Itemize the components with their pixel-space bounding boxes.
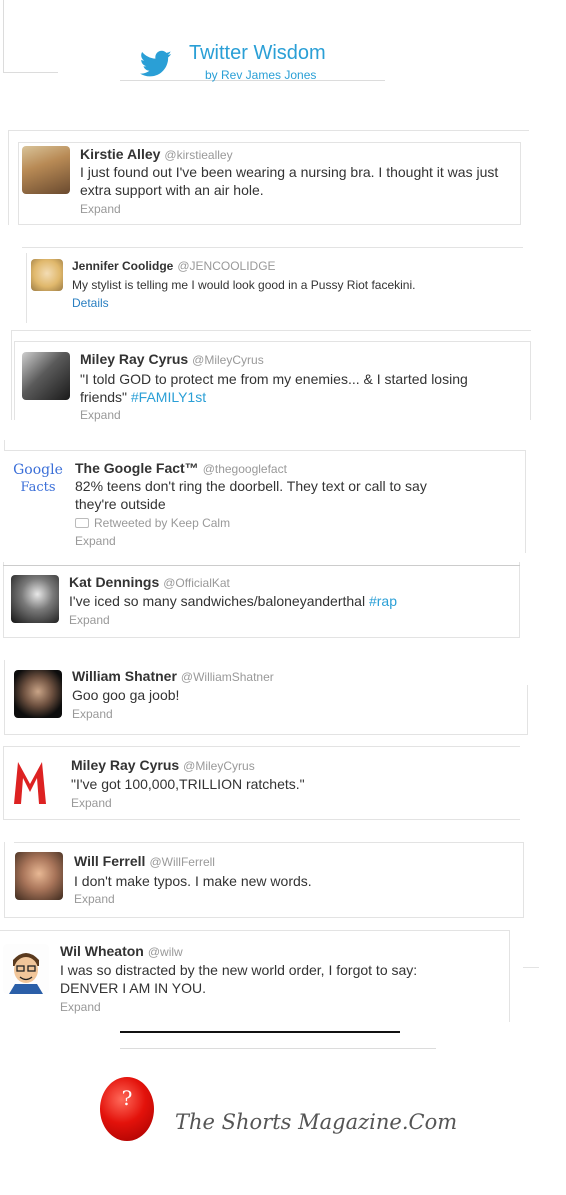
tweet-text: I was so distracted by the new world ord… [60, 962, 418, 996]
tweet-inner-frame [523, 967, 539, 968]
tweet-author[interactable]: Jennifer Coolidge @JENCOOLIDGE [72, 259, 276, 273]
avatar-label: Google [13, 462, 63, 478]
page-subtitle: by Rev James Jones [205, 68, 317, 82]
avatar [14, 670, 62, 718]
avatar [22, 352, 70, 400]
tweet-handle: @wilw [147, 945, 183, 959]
expand-link[interactable]: Expand [80, 408, 121, 422]
tweet-inner-frame [14, 842, 524, 843]
avatar [31, 259, 63, 291]
tweet-text: I don't make typos. I make new words. [74, 873, 312, 889]
tweet-text: Goo goo ga joob! [72, 687, 180, 703]
tweet-handle: @WillFerrell [149, 855, 215, 869]
tweet-author[interactable]: Wil Wheaton @wilw [60, 943, 183, 959]
avatar [11, 575, 59, 623]
frame-line [120, 1048, 436, 1049]
tweet-handle: @kirstiealley [164, 148, 233, 162]
expand-link[interactable]: Expand [74, 892, 115, 906]
cartoon-avatar [3, 944, 49, 994]
tweet-author[interactable]: Kirstie Alley @kirstiealley [80, 146, 233, 162]
tweet-text: "I've got 100,000,TRILLION ratchets." [71, 776, 305, 792]
tweet-author[interactable]: Kat Dennings @OfficialKat [69, 574, 230, 590]
google-facts-avatar: Google Facts [12, 462, 64, 506]
tweet-inner-frame [3, 565, 520, 566]
expand-link[interactable]: Expand [75, 534, 116, 548]
tweet-handle: @WilliamShatner [180, 670, 274, 684]
tweet-handle: @MileyCyrus [192, 353, 264, 367]
avatar [22, 146, 70, 194]
avatar-label: Facts [20, 480, 56, 495]
tweet-author[interactable]: Miley Ray Cyrus @MileyCyrus [80, 351, 264, 367]
retweet-label: Retweeted by Keep Calm [94, 516, 231, 530]
tweet-text: My stylist is telling me I would look go… [72, 278, 416, 292]
tweet-text: 82% teens don't ring the doorbell. They … [75, 478, 427, 512]
tweet-text: I just found out I've been wearing a nur… [80, 164, 499, 198]
m-logo-icon [14, 762, 46, 804]
m-logo-avatar [12, 758, 48, 806]
hashtag-link[interactable]: #rap [369, 593, 397, 609]
tweet-author[interactable]: The Google Fact™ @thegooglefact [75, 460, 287, 476]
expand-link[interactable]: Expand [60, 1000, 101, 1014]
logo-question-mark: ? [121, 1086, 133, 1110]
tweet-text: I've iced so many sandwiches/baloneyande… [69, 593, 397, 609]
tweet-inner-frame [26, 253, 27, 323]
tweet-handle: @thegooglefact [202, 462, 287, 476]
tweet-author[interactable]: Will Ferrell @WillFerrell [74, 853, 215, 869]
hashtag-link[interactable]: #FAMILY1st [131, 389, 206, 405]
tweet-text: "I told GOD to protect me from my enemie… [80, 371, 468, 405]
tweet-author[interactable]: Miley Ray Cyrus @MileyCyrus [71, 757, 255, 773]
tweet-handle: @OfficialKat [163, 576, 230, 590]
tweet-handle: @MileyCyrus [183, 759, 255, 773]
twitter-bird-icon [140, 50, 172, 77]
frame-line [3, 72, 58, 73]
tweet-inner-frame [527, 685, 528, 735]
page-title: Twitter Wisdom [189, 42, 326, 64]
magazine-logo-text[interactable]: The Shorts Magazine.Com [175, 1110, 457, 1134]
cartoon-face-icon [3, 944, 49, 994]
tweet-handle: @JENCOOLIDGE [177, 259, 276, 273]
avatar [15, 852, 63, 900]
retweet-info: Retweeted by Keep Calm [75, 516, 230, 530]
divider [120, 1031, 400, 1033]
expand-link[interactable]: Expand [71, 796, 112, 810]
expand-link[interactable]: Expand [69, 613, 110, 627]
expand-link[interactable]: Expand [80, 202, 121, 216]
tweet-author[interactable]: William Shatner @WilliamShatner [72, 668, 274, 684]
frame-line [3, 0, 4, 72]
expand-link[interactable]: Expand [72, 707, 113, 721]
details-link[interactable]: Details [72, 296, 109, 310]
retweet-icon [75, 518, 89, 528]
